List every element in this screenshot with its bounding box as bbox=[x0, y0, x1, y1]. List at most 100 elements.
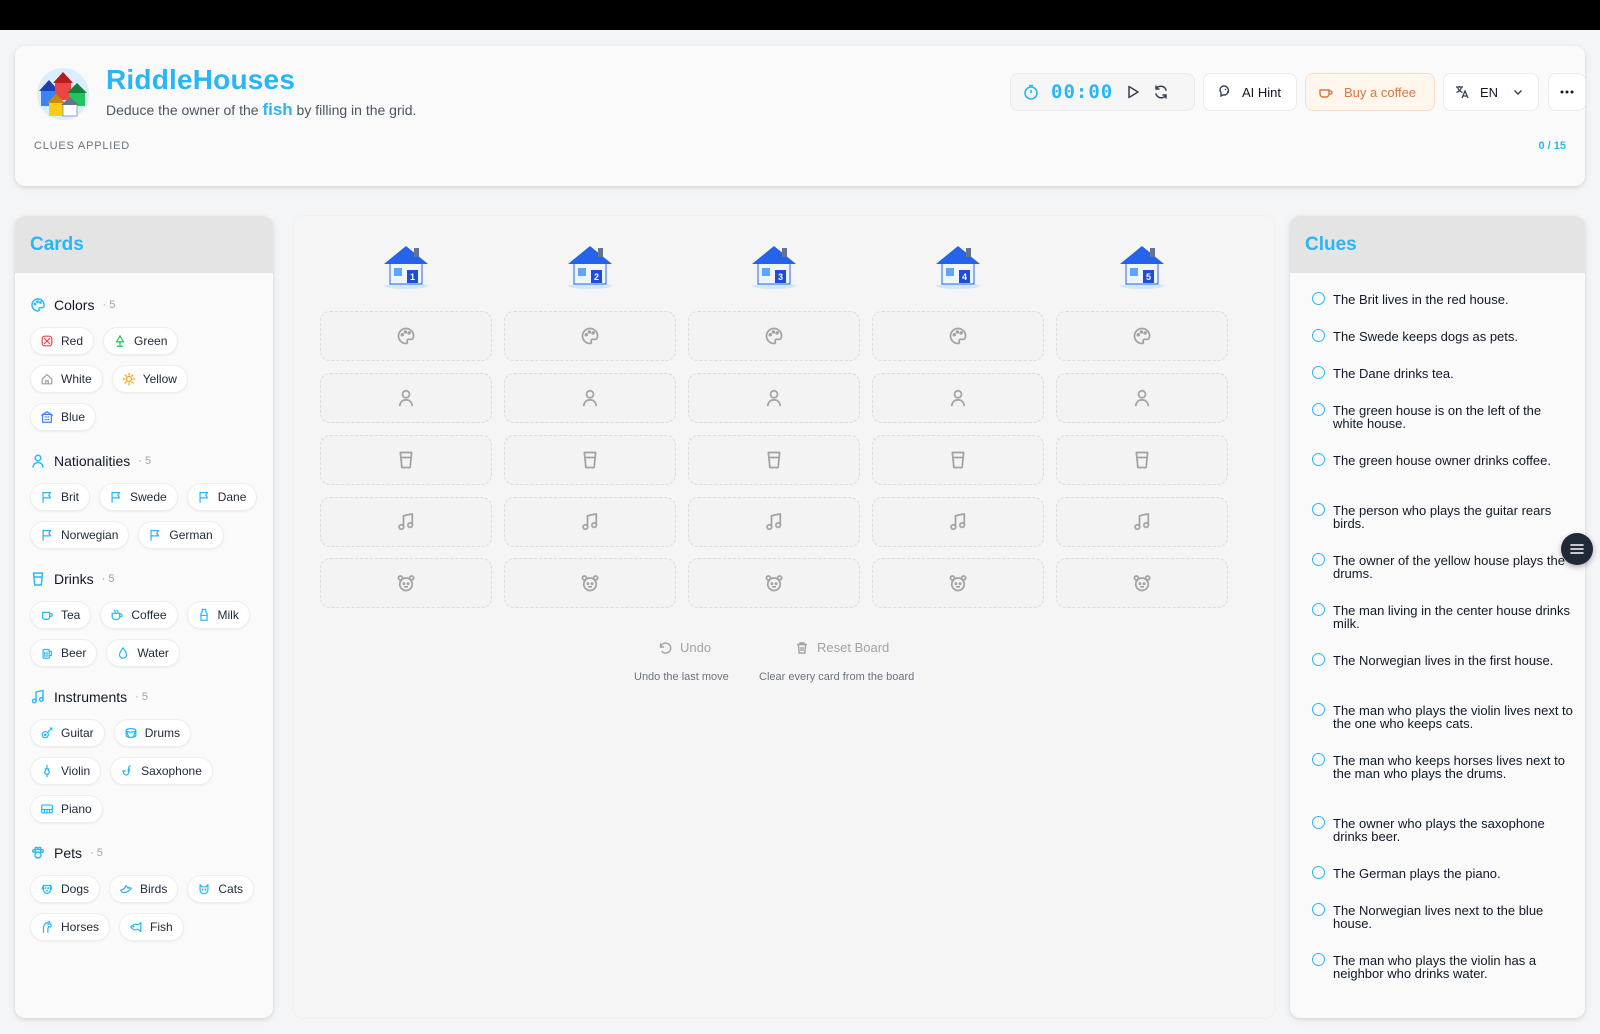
clue-status-circle-icon[interactable] bbox=[1312, 753, 1325, 766]
coffee-icon bbox=[1318, 84, 1334, 100]
board-slot[interactable] bbox=[504, 435, 676, 485]
more-menu-button[interactable] bbox=[1548, 73, 1586, 111]
board-slot[interactable] bbox=[504, 497, 676, 547]
card-chip-fish[interactable]: Fish bbox=[119, 913, 184, 941]
clue-item[interactable]: The Swede keeps dogs as pets. bbox=[1312, 329, 1573, 367]
card-chip-saxophone[interactable]: Saxophone bbox=[110, 757, 213, 785]
ai-hint-button[interactable]: AI Hint bbox=[1203, 73, 1297, 111]
card-chip-tea[interactable]: Tea bbox=[30, 601, 92, 629]
card-chip-white[interactable]: White bbox=[30, 365, 103, 393]
clue-status-circle-icon[interactable] bbox=[1312, 366, 1325, 379]
clue-status-circle-icon[interactable] bbox=[1312, 903, 1325, 916]
card-chip-violin[interactable]: Violin bbox=[30, 757, 102, 785]
clue-item[interactable]: The man who plays the violin lives next … bbox=[1312, 703, 1573, 754]
board-slot[interactable] bbox=[320, 435, 492, 485]
sun-icon bbox=[122, 372, 136, 386]
card-chip-red[interactable]: Red bbox=[30, 327, 95, 355]
clue-status-circle-icon[interactable] bbox=[1312, 953, 1325, 966]
clue-item[interactable]: The person who plays the guitar rears bi… bbox=[1312, 503, 1573, 554]
category-count: · 5 bbox=[90, 847, 103, 859]
clue-item[interactable]: The Norwegian lives next to the blue hou… bbox=[1312, 903, 1573, 954]
board-slot[interactable] bbox=[688, 435, 860, 485]
board-slot[interactable] bbox=[504, 373, 676, 423]
clue-status-circle-icon[interactable] bbox=[1312, 553, 1325, 566]
clue-item[interactable]: The man who plays the violin has a neigh… bbox=[1312, 953, 1573, 1004]
clue-item[interactable]: The green house is on the left of the wh… bbox=[1312, 403, 1573, 454]
language-select[interactable]: EN bbox=[1443, 73, 1539, 111]
board-slot[interactable] bbox=[872, 435, 1044, 485]
card-chip-yellow[interactable]: Yellow bbox=[111, 365, 188, 393]
board-slot[interactable] bbox=[1056, 311, 1228, 361]
card-chip-milk[interactable]: Milk bbox=[186, 601, 250, 629]
category-title: Instruments · 5 bbox=[30, 687, 258, 707]
card-chip-drums[interactable]: Drums bbox=[113, 719, 192, 747]
clue-item[interactable]: The green house owner drinks coffee. bbox=[1312, 453, 1573, 504]
clue-status-circle-icon[interactable] bbox=[1312, 329, 1325, 342]
refresh-icon[interactable] bbox=[1153, 84, 1169, 100]
clue-status-circle-icon[interactable] bbox=[1312, 653, 1325, 666]
card-chip-blue[interactable]: Blue bbox=[30, 403, 97, 431]
board-slot[interactable] bbox=[688, 558, 860, 608]
board-slot[interactable] bbox=[1056, 435, 1228, 485]
clue-item[interactable]: The Norwegian lives in the first house. bbox=[1312, 653, 1573, 704]
board-slot[interactable] bbox=[504, 558, 676, 608]
clue-status-circle-icon[interactable] bbox=[1312, 453, 1325, 466]
card-chip-water[interactable]: Water bbox=[106, 639, 180, 667]
board-slot[interactable] bbox=[688, 373, 860, 423]
clue-status-circle-icon[interactable] bbox=[1312, 403, 1325, 416]
clue-item[interactable]: The owner of the yellow house plays the … bbox=[1312, 553, 1573, 604]
card-chip-swede[interactable]: Swede bbox=[99, 483, 178, 511]
fish-icon bbox=[129, 920, 143, 934]
clue-status-circle-icon[interactable] bbox=[1312, 866, 1325, 879]
card-chip-german[interactable]: German bbox=[138, 521, 224, 549]
card-chip-birds[interactable]: Birds bbox=[109, 875, 179, 903]
floating-menu-button[interactable] bbox=[1561, 533, 1593, 565]
clue-status-circle-icon[interactable] bbox=[1312, 292, 1325, 305]
card-chip-piano[interactable]: Piano bbox=[30, 795, 103, 823]
buy-coffee-button[interactable]: Buy a coffee bbox=[1305, 73, 1435, 111]
card-label: Milk bbox=[217, 608, 239, 622]
category-count: · 5 bbox=[138, 455, 152, 467]
person-icon bbox=[764, 388, 784, 408]
board-slot[interactable] bbox=[872, 373, 1044, 423]
board-slot[interactable] bbox=[872, 497, 1044, 547]
card-chip-norwegian[interactable]: Norwegian bbox=[30, 521, 130, 549]
card-chip-guitar[interactable]: Guitar bbox=[30, 719, 105, 747]
clue-item[interactable]: The German plays the piano. bbox=[1312, 866, 1573, 904]
clue-item[interactable]: The Brit lives in the red house. bbox=[1312, 292, 1573, 330]
board-slot[interactable] bbox=[320, 373, 492, 423]
board-slot[interactable] bbox=[320, 497, 492, 547]
card-chip-green[interactable]: Green bbox=[103, 327, 179, 355]
clue-status-circle-icon[interactable] bbox=[1312, 816, 1325, 829]
board-slot[interactable] bbox=[504, 311, 676, 361]
card-chip-beer[interactable]: Beer bbox=[30, 639, 98, 667]
reset-board-button[interactable]: Reset Board bbox=[795, 640, 889, 655]
clue-item[interactable]: The man living in the center house drink… bbox=[1312, 603, 1573, 654]
clue-item[interactable]: The owner who plays the saxophone drinks… bbox=[1312, 816, 1573, 867]
board-slot[interactable] bbox=[688, 497, 860, 547]
board-slot[interactable] bbox=[1056, 373, 1228, 423]
board-slot[interactable] bbox=[1056, 497, 1228, 547]
card-chip-horses[interactable]: Horses bbox=[30, 913, 111, 941]
card-label: Horses bbox=[61, 920, 100, 934]
card-chip-cats[interactable]: Cats bbox=[187, 875, 255, 903]
undo-button[interactable]: Undo bbox=[658, 640, 711, 655]
clue-item[interactable]: The man who keeps horses lives next to t… bbox=[1312, 753, 1573, 817]
clue-status-circle-icon[interactable] bbox=[1312, 503, 1325, 516]
board-slot[interactable] bbox=[872, 311, 1044, 361]
card-chip-dogs[interactable]: Dogs bbox=[30, 875, 101, 903]
board-slot[interactable] bbox=[1056, 558, 1228, 608]
play-icon[interactable] bbox=[1125, 84, 1141, 100]
card-chip-brit[interactable]: Brit bbox=[30, 483, 90, 511]
card-chip-coffee[interactable]: Coffee bbox=[100, 601, 178, 629]
board-panel: 1 2 3 4 5 Undo Reset Board Undo the last mov… bbox=[293, 216, 1275, 1018]
board-slot[interactable] bbox=[688, 311, 860, 361]
card-chip-dane[interactable]: Dane bbox=[186, 483, 258, 511]
clue-status-circle-icon[interactable] bbox=[1312, 703, 1325, 716]
music-note-icon bbox=[948, 512, 968, 532]
board-slot[interactable] bbox=[872, 558, 1044, 608]
clue-status-circle-icon[interactable] bbox=[1312, 603, 1325, 616]
clue-item[interactable]: The Dane drinks tea. bbox=[1312, 366, 1573, 404]
board-slot[interactable] bbox=[320, 311, 492, 361]
board-slot[interactable] bbox=[320, 558, 492, 608]
